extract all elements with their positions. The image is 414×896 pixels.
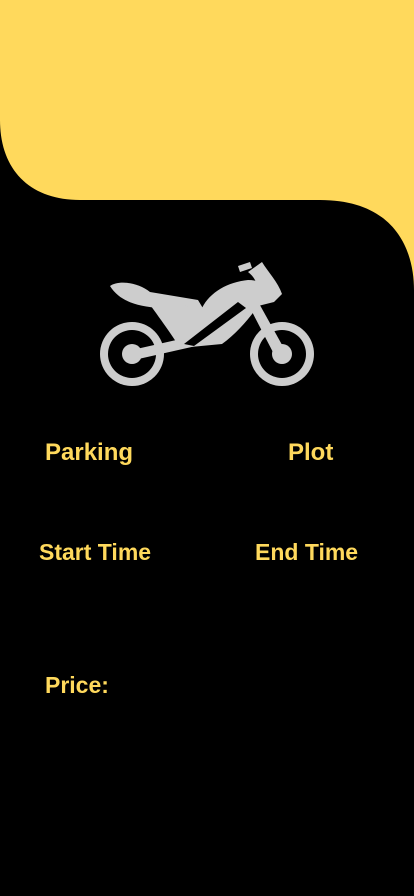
booking-screen: Parking Plot Start Time End Time Price: xyxy=(0,0,414,896)
plot-label: Plot xyxy=(288,439,334,466)
start-time-label: Start Time xyxy=(39,539,152,565)
price-label: Price: xyxy=(45,672,109,698)
header-background xyxy=(0,0,414,290)
end-time-label: End Time xyxy=(255,539,359,565)
motorcycle-icon xyxy=(100,262,314,386)
parking-label: Parking xyxy=(45,439,134,466)
